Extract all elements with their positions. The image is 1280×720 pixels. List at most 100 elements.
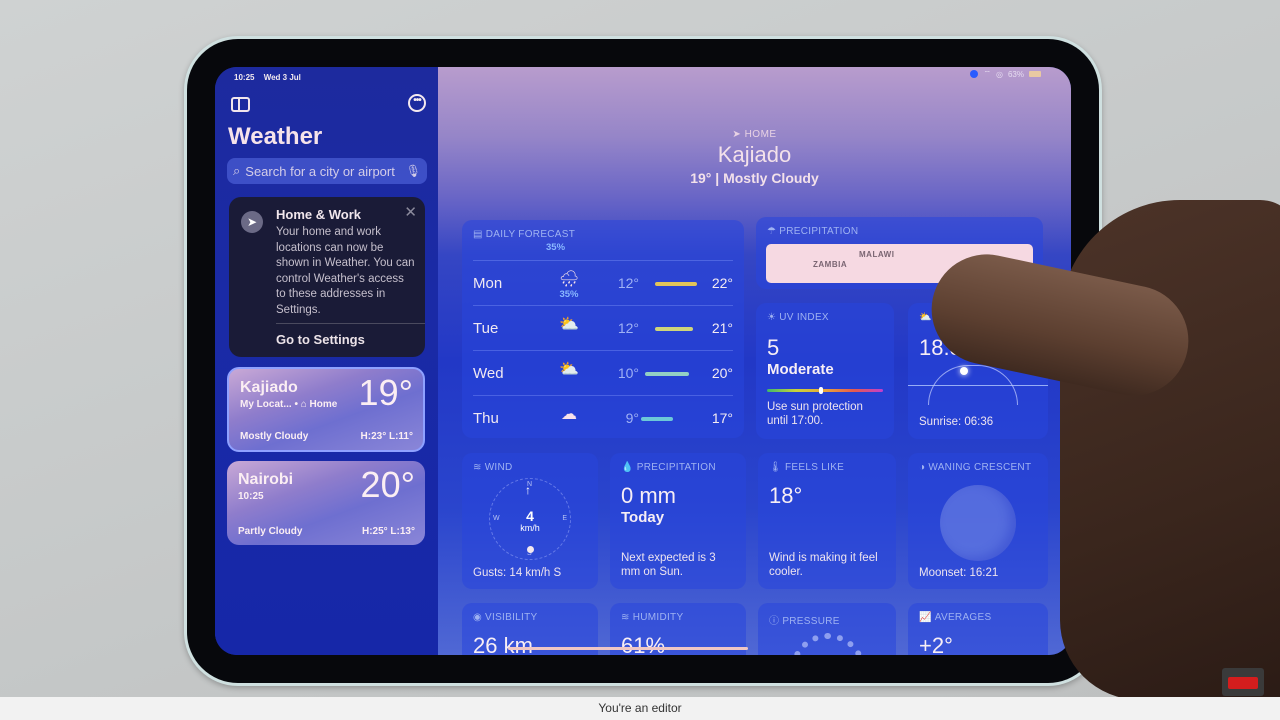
- location-hilo: H:23° L:11°: [360, 431, 413, 442]
- forecast-low: 9°: [625, 410, 639, 426]
- sidebar-toggle-icon[interactable]: [231, 97, 250, 112]
- close-icon[interactable]: ✕: [404, 203, 417, 221]
- location-card-kajiado[interactable]: Kajiado My Locat... • ⌂ Home 19° Mostly …: [227, 367, 425, 452]
- search-icon: ⌕: [233, 163, 241, 178]
- divider: [276, 323, 425, 324]
- location-card-nairobi[interactable]: Nairobi 10:25 20° Partly Cloudy H:25° L:…: [227, 461, 425, 545]
- feels-like-note: Wind is making it feel cooler.: [769, 552, 878, 578]
- hero-city: Kajiado: [717, 142, 792, 167]
- forecast-row[interactable]: Wed ⛅ 10° 20°: [473, 350, 733, 395]
- card-header: ▤ DAILY FORECAST: [473, 229, 576, 240]
- sunset-icon: ⛅: [919, 312, 932, 323]
- pressure-card[interactable]: ⓘ PRESSURE: [758, 603, 896, 655]
- rain-cloud-icon: 🌧: [558, 271, 580, 288]
- thermometer-icon: 🌡: [769, 462, 782, 473]
- forecast-day: Wed: [473, 365, 504, 382]
- wind-speed: 4: [526, 508, 534, 524]
- card-header: ☀ UV INDEX: [767, 312, 829, 323]
- map-label: ZAMBIA: [813, 260, 848, 269]
- precip-chance: 35%: [559, 289, 579, 300]
- microphone-icon[interactable]: 🎙: [406, 164, 421, 178]
- forecast-high: 20°: [711, 365, 733, 381]
- precipitation-note: Next expected is 3 mm on Sun.: [621, 552, 716, 578]
- search-input[interactable]: ⌕ Search for a city or airport 🎙: [227, 158, 427, 184]
- uv-level: Moderate: [767, 361, 834, 378]
- location-temp: 19°: [358, 372, 413, 413]
- location-services-icon: [970, 70, 979, 78]
- uv-indicator: [819, 387, 824, 394]
- precipitation-period: Today: [621, 509, 665, 526]
- card-header: ◑ WANING CRESCENT: [919, 462, 1032, 473]
- temp-range-bar: [641, 417, 673, 421]
- card-header: ◉ VISIBILITY: [473, 612, 538, 623]
- ipad-screen: 10:25 Wed 3 Jul ••• Weather ⌕ Search for…: [215, 67, 1071, 655]
- location-subtitle: 10:25: [238, 491, 264, 502]
- forecast-low: 12°: [617, 275, 639, 291]
- forecast-row[interactable]: Thu ☁ 9° 17°: [473, 395, 733, 438]
- forecast-low: 10°: [617, 365, 639, 381]
- chart-icon: 📈: [919, 612, 932, 623]
- umbrella-icon: ☂: [767, 226, 777, 237]
- card-header: 🌡 FEELS LIKE: [769, 462, 845, 473]
- humidity-value: 61%: [621, 633, 666, 655]
- location-temp: 20°: [360, 464, 415, 505]
- eye-icon: ◉: [473, 612, 483, 623]
- daily-forecast-card[interactable]: ▤ DAILY FORECAST 35% Mon 🌧 35% 12° 22° Tue ⛅ 12°…: [462, 220, 744, 438]
- go-to-settings-link[interactable]: Go to Settings: [276, 332, 365, 347]
- uv-value: 5: [767, 335, 780, 360]
- forecast-day: Thu: [473, 410, 499, 427]
- partly-sunny-icon: ⛅: [559, 361, 579, 378]
- feels-like-value: 18°: [769, 483, 803, 508]
- wind-card[interactable]: ≋ WIND N E S W ↑ 4 km/h Gusts: 14 km/h S: [462, 453, 598, 589]
- card-header: ☂ PRECIPITATION: [767, 226, 859, 237]
- channel-thumbnail: [1222, 668, 1264, 696]
- wind-tail: [527, 546, 534, 553]
- focus-icon: ◎: [996, 69, 1003, 79]
- status-bar-left: 10:25 Wed 3 Jul: [234, 73, 308, 82]
- precipitation-amount: 0 mm: [621, 483, 676, 508]
- moon-graphic: [940, 485, 1016, 561]
- status-time: 10:25: [234, 73, 255, 82]
- moonset-time: Moonset: 16:21: [919, 567, 999, 579]
- forecast-low: 12°: [617, 320, 639, 336]
- location-arrow-icon: ➤: [732, 129, 745, 140]
- feels-like-card[interactable]: 🌡 FEELS LIKE 18° Wind is making it feel c…: [758, 453, 896, 589]
- wind-compass: N E S W ↑ 4 km/h: [489, 478, 571, 560]
- temp-range-bar: [655, 327, 693, 331]
- location-arrow-icon: ➤: [241, 211, 263, 233]
- partly-sunny-icon: ⛅: [559, 316, 579, 333]
- uv-scale-bar: [767, 389, 883, 392]
- humidity-icon: ≋: [621, 612, 630, 623]
- moon-card[interactable]: ◑ WANING CRESCENT Moonset: 16:21: [908, 453, 1048, 589]
- sun-position: [960, 367, 968, 375]
- location-subtitle: My Locat... • ⌂ Home: [240, 399, 338, 410]
- card-header: ≋ WIND: [473, 462, 513, 473]
- app-title: Weather: [228, 123, 323, 150]
- partial-row-pop: 35%: [546, 242, 566, 253]
- forecast-day: Tue: [473, 320, 499, 337]
- sunrise-time: Sunrise: 06:36: [919, 416, 994, 428]
- tip-title: Home & Work: [276, 207, 361, 222]
- visibility-value: 26 km: [473, 633, 533, 655]
- averages-value: +2°: [919, 633, 953, 655]
- home-work-tip: ➤ Home & Work ✕ Your home and work locat…: [229, 197, 425, 357]
- forecast-row[interactable]: Mon 🌧 35% 12° 22°: [473, 260, 733, 305]
- card-header: 📈 AVERAGES: [919, 612, 992, 623]
- search-placeholder: Search for a city or airport: [245, 163, 395, 179]
- hero-summary: 19° | Mostly Cloudy: [690, 170, 819, 186]
- video-scrubber[interactable]: [508, 647, 748, 650]
- forecast-row[interactable]: Tue ⛅ 12° 21°: [473, 305, 733, 350]
- pressure-gauge: [790, 633, 866, 655]
- uv-index-card[interactable]: ☀ UV INDEX 5 Moderate Use sun protection …: [756, 303, 894, 439]
- hero-header: ➤ HOME Kajiado 19° | Mostly Cloudy: [438, 129, 1071, 186]
- temp-range-bar: [645, 372, 689, 376]
- precipitation-card[interactable]: 💧 PRECIPITATION 0 mm Today Next expected …: [610, 453, 746, 589]
- card-header: ⓘ PRESSURE: [769, 616, 840, 627]
- wind-unit: km/h: [520, 523, 540, 533]
- wind-arrow-icon: ↑: [525, 483, 531, 497]
- forecast-day: Mon: [473, 275, 503, 292]
- forecast-high: 17°: [711, 410, 733, 426]
- more-options-icon[interactable]: •••: [408, 94, 426, 112]
- averages-card[interactable]: 📈 AVERAGES +2°: [908, 603, 1048, 655]
- battery-icon: [1029, 71, 1041, 77]
